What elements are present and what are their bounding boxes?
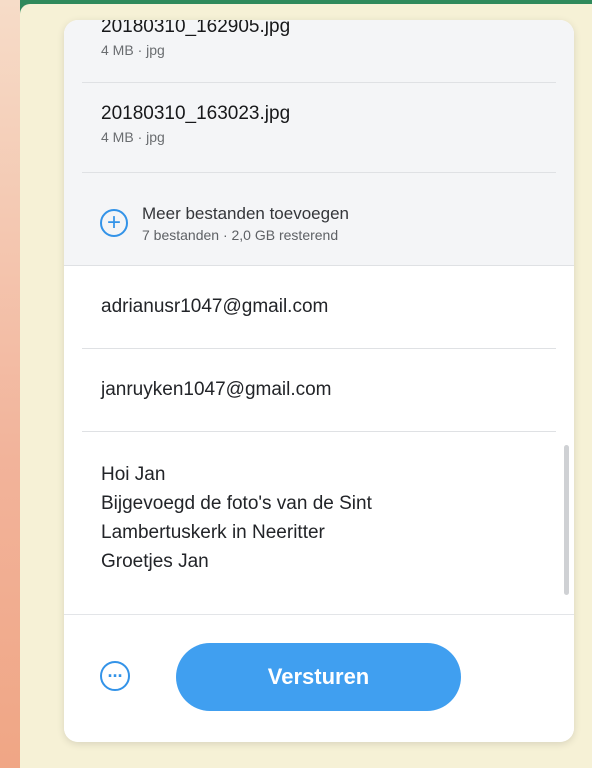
recipient-email-field[interactable]: adrianusr1047@gmail.com	[82, 266, 556, 349]
plus-circle-icon: +	[100, 209, 128, 237]
ellipsis-icon: ···	[107, 665, 124, 686]
file-list: 20180310_162905.jpg 4 MB · jpg 20180310_…	[64, 20, 574, 266]
message-line: Bijgevoegd de foto's van de Sint	[101, 493, 372, 514]
file-item[interactable]: 20180310_162905.jpg 4 MB · jpg	[101, 20, 556, 58]
add-more-text: Meer bestanden toevoegen 7 bestanden · 2…	[142, 204, 349, 243]
background-gradient-left	[0, 0, 20, 768]
file-item[interactable]: 20180310_163023.jpg 4 MB · jpg	[101, 103, 556, 145]
divider	[82, 172, 556, 173]
file-name: 20180310_162905.jpg	[101, 20, 291, 37]
file-meta: 4 MB · jpg	[101, 129, 165, 145]
sender-email-value: janruyken1047@gmail.com	[101, 379, 332, 400]
message-scrollbar[interactable]	[564, 445, 569, 595]
divider	[82, 82, 556, 83]
message-field[interactable]: Hoi Jan Bijgevoegd de foto's van de Sint…	[101, 460, 541, 576]
add-more-meta: 7 bestanden · 2,0 GB resterend	[142, 226, 339, 243]
add-more-label: Meer bestanden toevoegen	[142, 203, 349, 223]
message-line: Groetjes Jan	[101, 551, 209, 572]
recipient-email-value: adrianusr1047@gmail.com	[101, 296, 329, 317]
more-options-button[interactable]: ···	[100, 661, 130, 691]
message-line: Hoi Jan	[101, 464, 166, 485]
add-more-files-button[interactable]: + Meer bestanden toevoegen 7 bestanden ·…	[100, 195, 540, 251]
file-name: 20180310_163023.jpg	[101, 103, 291, 124]
footer-bar: ··· Versturen	[64, 614, 574, 742]
message-line: Lambertuskerk in Neeritter	[101, 522, 325, 543]
transfer-panel: 20180310_162905.jpg 4 MB · jpg 20180310_…	[64, 20, 574, 742]
send-button[interactable]: Versturen	[176, 643, 461, 711]
file-meta: 4 MB · jpg	[101, 42, 165, 58]
sender-email-field[interactable]: janruyken1047@gmail.com	[82, 349, 556, 432]
